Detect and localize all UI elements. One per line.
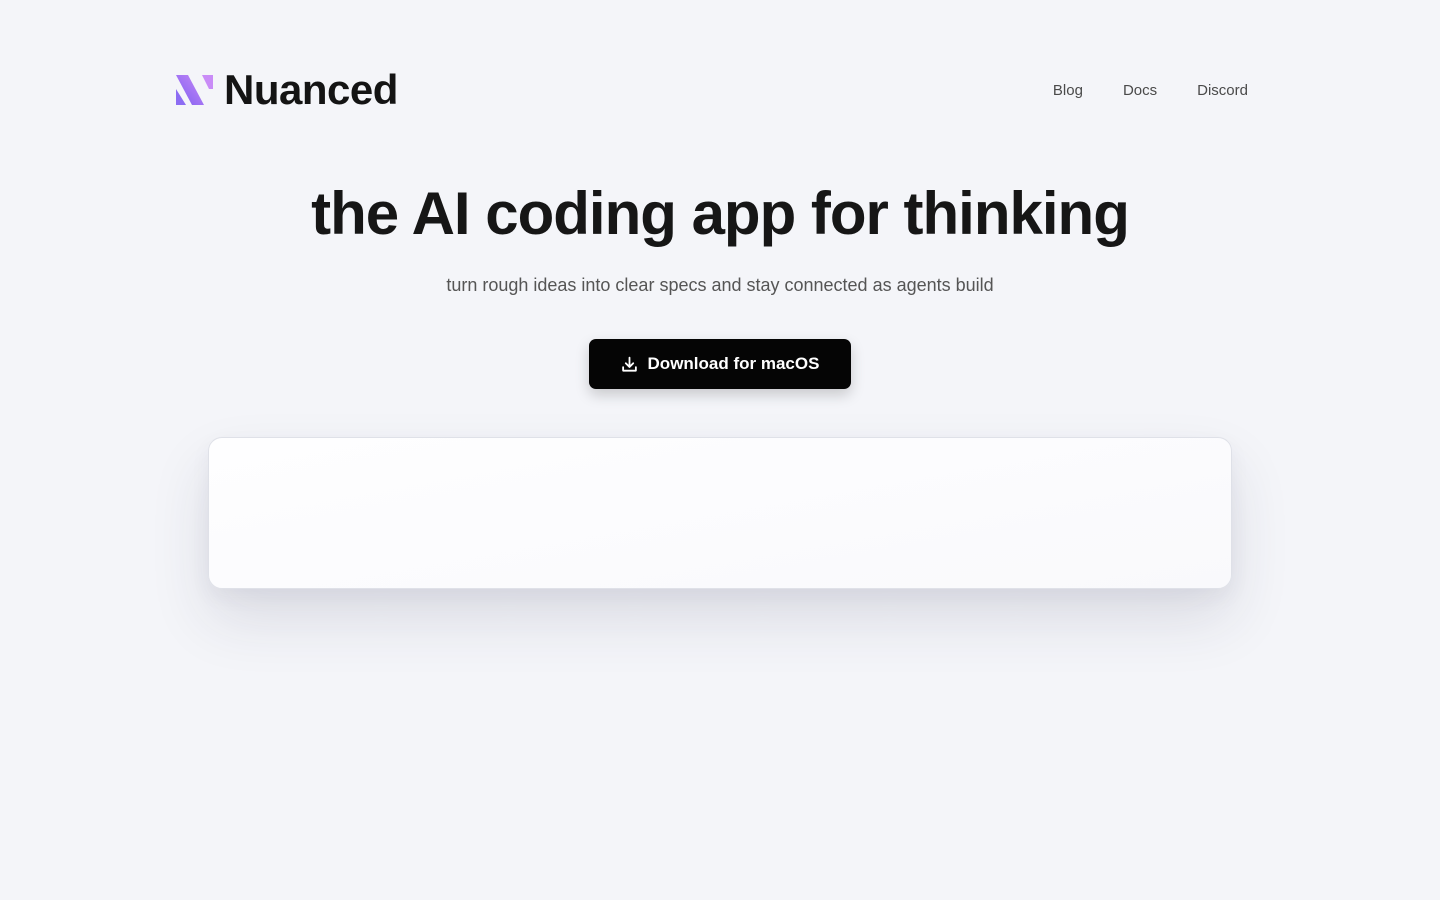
app-preview-panel [208, 437, 1232, 589]
nav-link-discord[interactable]: Discord [1197, 82, 1248, 99]
hero-subtitle: turn rough ideas into clear specs and st… [446, 275, 994, 295]
top-nav: Blog Docs Discord [1053, 82, 1248, 99]
site-header: Nuanced Blog Docs Discord [176, 62, 1248, 118]
download-icon [621, 356, 637, 372]
brand-link[interactable]: Nuanced [176, 69, 398, 111]
brand-name: Nuanced [224, 66, 398, 113]
nuanced-logo-icon [176, 75, 213, 105]
hero-title: the AI coding app for thinking [311, 180, 1130, 247]
nav-link-blog[interactable]: Blog [1053, 82, 1083, 99]
nav-link-docs[interactable]: Docs [1123, 82, 1157, 99]
download-button-label: Download for macOS [647, 354, 820, 373]
download-macos-button[interactable]: Download for macOS [589, 339, 851, 389]
